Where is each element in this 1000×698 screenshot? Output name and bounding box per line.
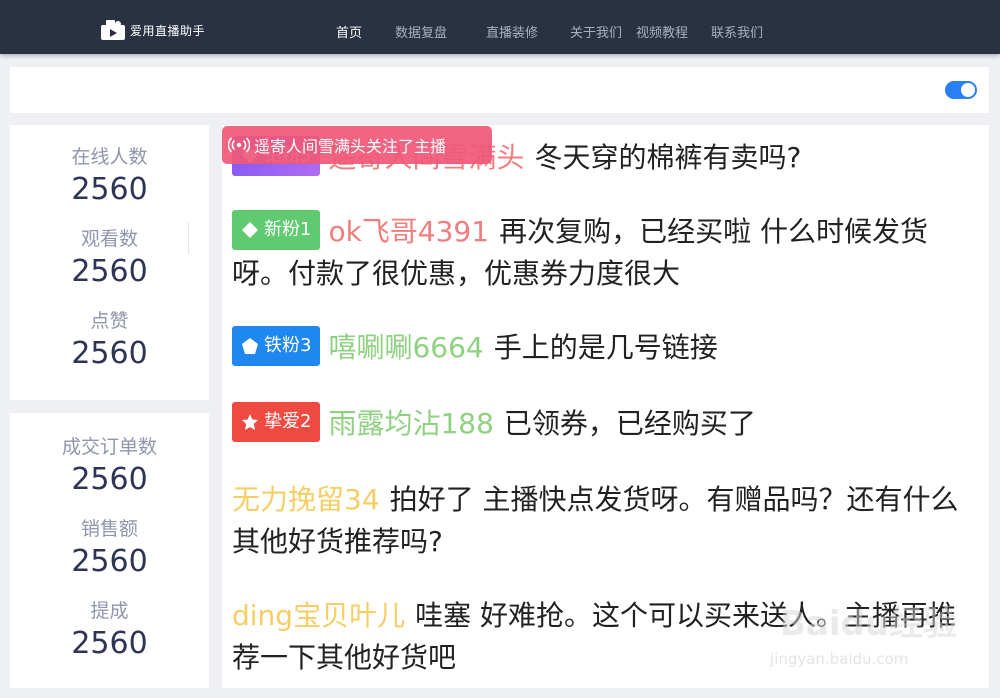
- stat-label: 成交订单数: [61, 436, 157, 458]
- watermark-text: Baidu经验: [780, 604, 958, 644]
- fan-badge: 铁粉3: [232, 326, 321, 366]
- stat-label: 销售额: [80, 518, 138, 540]
- badge-label: 新粉1: [264, 219, 312, 240]
- watermark-url: jingyan.baidu.com: [770, 650, 909, 668]
- username[interactable]: 雨露均沾188: [328, 407, 493, 440]
- fan-badge: 挚爱2: [232, 402, 321, 442]
- list-item: 铁粉3 嘻唰唰6664 手上的是几号链接: [232, 326, 962, 369]
- stat-label: 观看数: [80, 228, 138, 250]
- stat-value: 2560: [71, 544, 148, 579]
- stat-views: 观看数 2560: [10, 227, 209, 291]
- message-text: 手上的是几号链接: [493, 331, 718, 364]
- username[interactable]: 无力挽留34: [232, 483, 380, 516]
- top-nav-bar: 爱用直播助手 首页 数据复盘 直播装修 关于我们 视频教程 联系我们: [0, 0, 1000, 54]
- baidu-watermark: Baidu经验 jingyan.baidu.com: [770, 590, 970, 685]
- live-stats-panel: 在线人数 2560 观看数 2560 点赞 2560: [10, 125, 209, 400]
- divider: [188, 222, 189, 254]
- nav-video-tutorial[interactable]: 视频教程: [636, 22, 688, 41]
- nav-about-us[interactable]: 关于我们: [570, 22, 622, 41]
- stat-value: 2560: [71, 172, 148, 207]
- fan-badge: 新粉1: [232, 210, 321, 250]
- toast-text: 遥寄人间雪满头关注了主播: [254, 137, 447, 156]
- follow-toast: 遥寄人间雪满头关注了主播: [222, 126, 492, 164]
- list-item: 挚爱2 雨露均沾188 已领券，已经购买了: [232, 402, 962, 445]
- stat-label: 提成: [90, 600, 129, 622]
- stat-sales-amount: 销售额 2560: [10, 517, 209, 581]
- message-text: 已领券，已经购买了: [503, 407, 756, 440]
- stat-value: 2560: [71, 336, 148, 371]
- list-item: 新粉1 ok飞哥4391 再次复购，已经买啦 什么时候发货呀。付款了很优惠，优惠券…: [232, 210, 962, 295]
- broadcast-icon: [228, 137, 250, 153]
- username[interactable]: ok飞哥4391: [328, 215, 489, 248]
- pentagon-icon: [242, 338, 258, 354]
- star-icon: [242, 414, 258, 430]
- toolbar: [10, 67, 989, 113]
- message-text: 冬天穿的棉裤有卖吗?: [534, 141, 802, 174]
- nav-data-review[interactable]: 数据复盘: [395, 22, 447, 41]
- stat-orders: 成交订单数 2560: [10, 435, 209, 499]
- stat-online-users: 在线人数 2560: [10, 145, 209, 209]
- stat-value: 2560: [71, 462, 148, 497]
- stat-label: 点赞: [90, 310, 129, 332]
- nav-home[interactable]: 首页: [336, 22, 362, 41]
- diamond-icon: [242, 222, 258, 238]
- badge-label: 挚爱2: [264, 411, 312, 432]
- stat-value: 2560: [71, 626, 148, 661]
- brand[interactable]: 爱用直播助手: [100, 18, 205, 42]
- sales-stats-panel: 成交订单数 2560 销售额 2560 提成 2560: [10, 413, 209, 688]
- camera-logo-icon: [101, 20, 125, 40]
- toggle-knob: [961, 83, 975, 97]
- list-item: 无力挽留34 拍好了 主播快点发货呀。有赠品吗？还有什么其他好货推荐吗?: [232, 479, 962, 563]
- username[interactable]: ding宝贝叶儿: [232, 599, 405, 632]
- nav-live-decoration[interactable]: 直播装修: [486, 22, 538, 41]
- nav-contact-us[interactable]: 联系我们: [711, 22, 763, 41]
- stat-label: 在线人数: [71, 146, 148, 168]
- stat-value: 2560: [71, 254, 148, 289]
- brand-name: 爱用直播助手: [130, 23, 206, 38]
- stat-likes: 点赞 2560: [10, 309, 209, 373]
- badge-label: 铁粉3: [264, 335, 312, 356]
- stat-commission: 提成 2560: [10, 599, 209, 663]
- username[interactable]: 嘻唰唰6664: [328, 331, 483, 364]
- toggle-switch[interactable]: [945, 81, 977, 99]
